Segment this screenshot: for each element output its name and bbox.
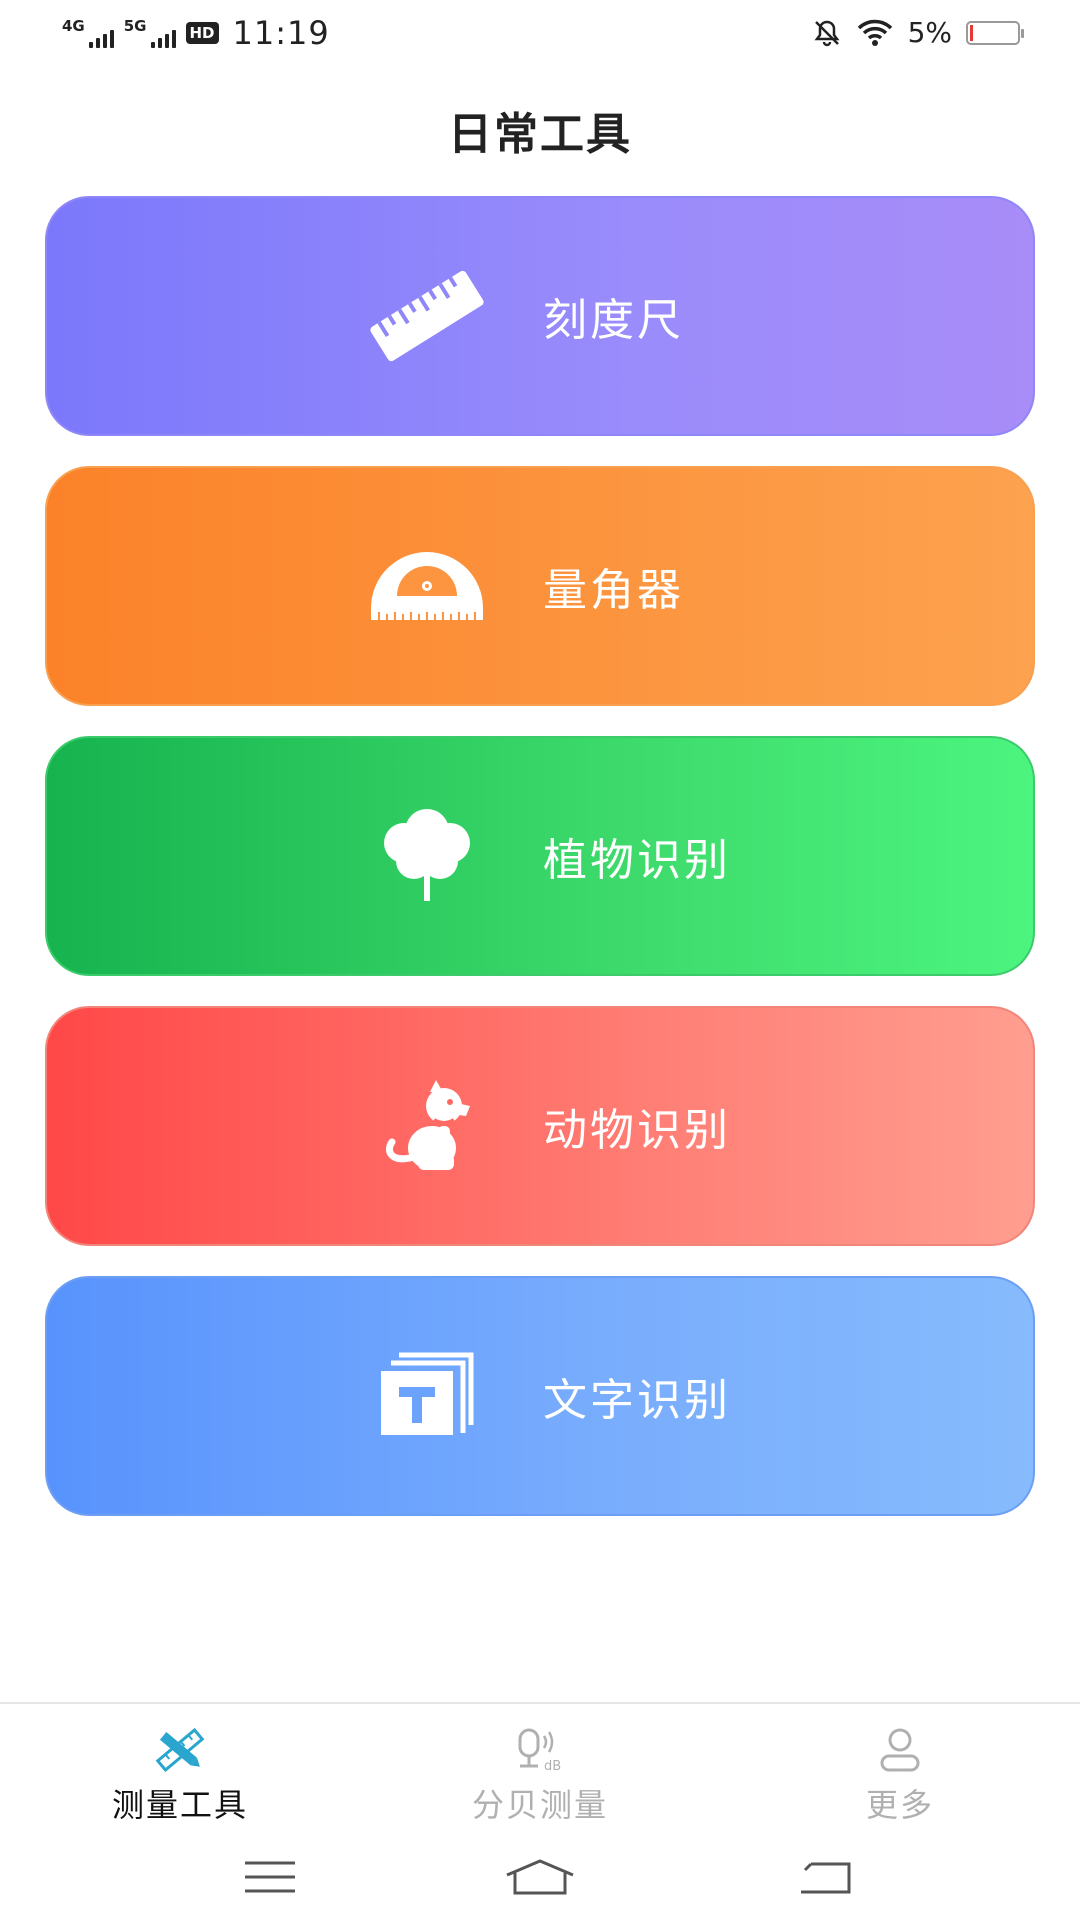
- text-recognition-card[interactable]: 文字识别: [45, 1276, 1035, 1516]
- tab-measure-tools[interactable]: 测量工具: [60, 1726, 300, 1826]
- protractor-tool-card[interactable]: 量角器: [45, 466, 1035, 706]
- status-right: 5%: [812, 16, 1024, 49]
- tab-label: 测量工具: [111, 1786, 248, 1824]
- plant-recognition-card[interactable]: 植物识别: [45, 736, 1035, 976]
- tool-label: 动物识别: [543, 1105, 731, 1156]
- text-recognition-icon: [367, 1341, 487, 1451]
- battery-icon: [966, 20, 1024, 45]
- wifi-icon: [857, 19, 892, 46]
- status-left: 4G 5G HD 11:19: [62, 14, 330, 52]
- tool-label: 文字识别: [543, 1375, 731, 1426]
- system-nav-bar: [0, 1840, 1080, 1920]
- ruler-tool-card[interactable]: 刻度尺: [45, 196, 1035, 436]
- back-icon[interactable]: [785, 1852, 865, 1902]
- cellular-signal-2: 5G: [123, 16, 176, 48]
- animal-recognition-card[interactable]: 动物识别: [45, 1006, 1035, 1246]
- home-icon[interactable]: [500, 1852, 580, 1902]
- network-type-label: 4G: [62, 16, 85, 35]
- ruler-pencil-icon: [60, 1726, 300, 1774]
- status-time: 11:19: [232, 14, 330, 52]
- tree-icon: [367, 801, 487, 911]
- microphone-db-icon: dB: [420, 1726, 660, 1774]
- svg-text:dB: dB: [544, 1759, 561, 1774]
- status-bar: 4G 5G HD 11:19 5%: [0, 0, 1080, 68]
- hd-voice-badge: HD: [185, 22, 219, 44]
- ruler-icon: [367, 261, 487, 371]
- battery-percent: 5%: [907, 16, 952, 49]
- network-type-label: 5G: [123, 16, 147, 35]
- tab-more[interactable]: 更多: [780, 1726, 1020, 1826]
- menu-icon[interactable]: [230, 1852, 310, 1902]
- tab-label: 更多: [865, 1786, 934, 1824]
- signal-bars-icon: [88, 28, 114, 48]
- protractor-icon: [367, 531, 487, 641]
- tool-label: 刻度尺: [543, 295, 684, 346]
- tab-label: 分贝测量: [471, 1786, 608, 1824]
- page-title: 日常工具: [448, 109, 632, 160]
- dog-icon: [367, 1071, 487, 1181]
- signal-bars-icon: [150, 28, 176, 48]
- mute-bell-icon: [814, 20, 840, 46]
- tool-label: 量角器: [543, 565, 684, 616]
- cellular-signal-1: 4G: [62, 16, 114, 48]
- tab-decibel-measure[interactable]: dB 分贝测量: [420, 1726, 660, 1826]
- tool-label: 植物识别: [543, 835, 731, 886]
- bottom-tab-bar: 测量工具 dB 分贝测量 更多: [0, 1702, 1080, 1832]
- person-icon: [780, 1726, 1020, 1774]
